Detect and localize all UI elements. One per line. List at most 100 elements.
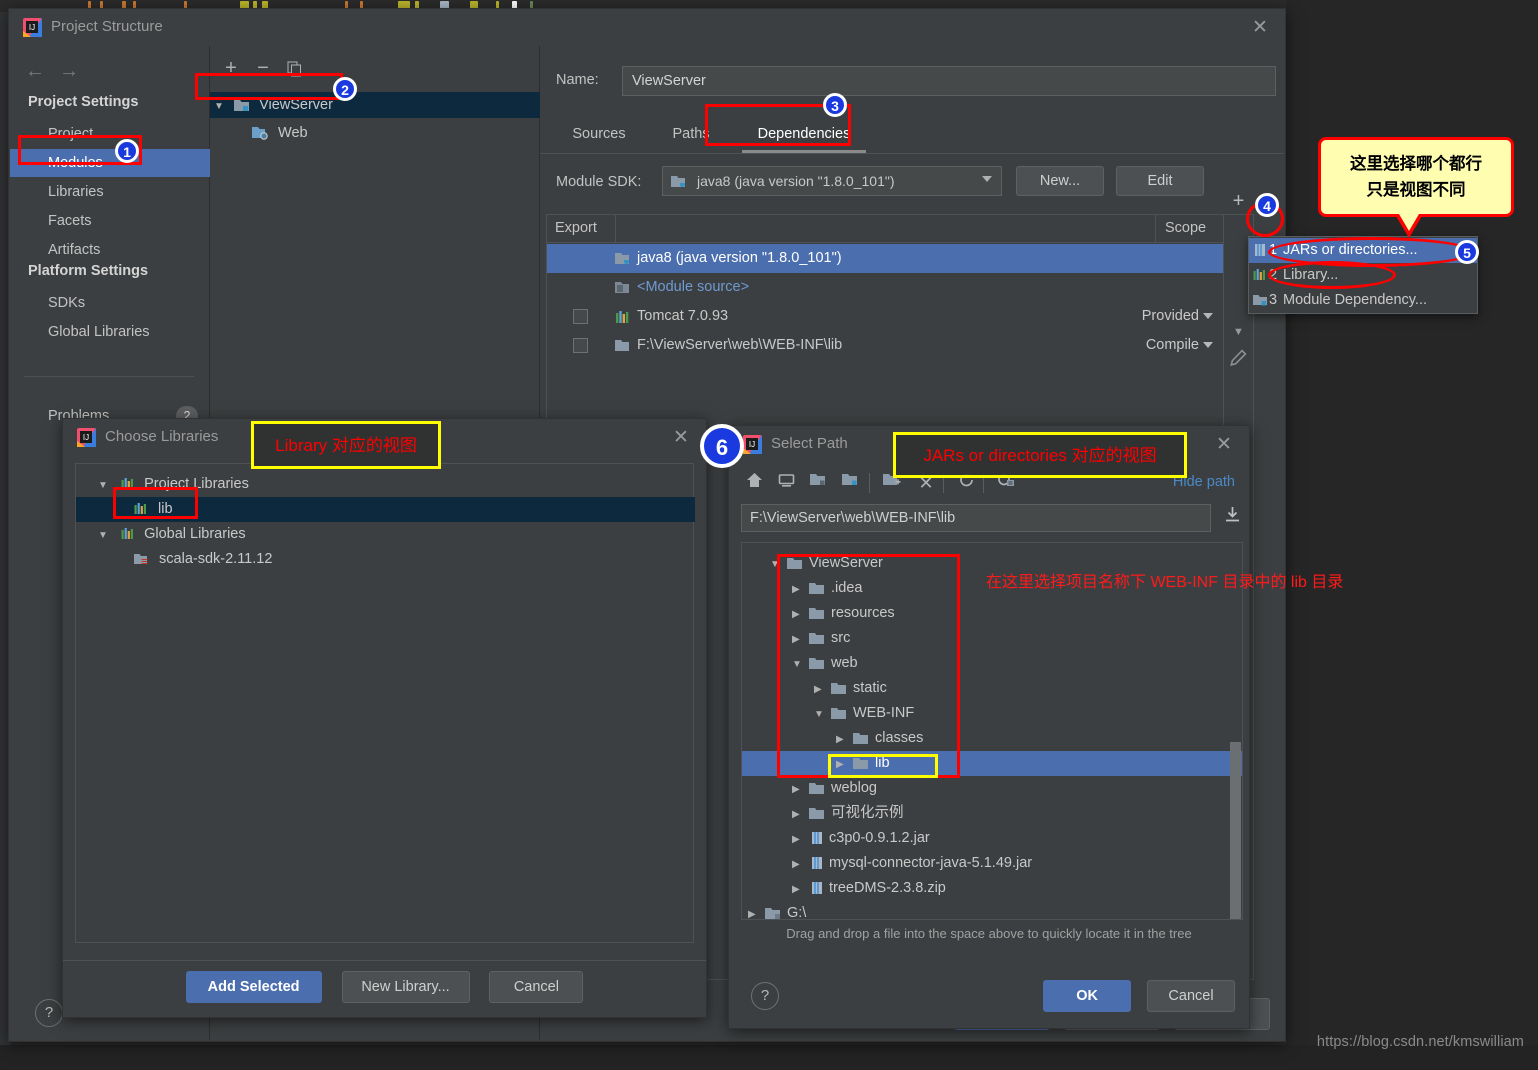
tree-item-web-inf[interactable]: ▼WEB-INF: [742, 701, 1242, 726]
sidebar-item-modules[interactable]: Modules: [10, 149, 210, 177]
collapse-arrow-icon[interactable]: ▶: [792, 877, 806, 902]
intellij-logo-icon: IJ: [23, 18, 42, 37]
cancel-button[interactable]: Cancel: [489, 971, 583, 1003]
path-history-icon[interactable]: [1221, 506, 1243, 530]
collapse-arrow-icon[interactable]: ▶: [836, 752, 850, 777]
sidebar-item-libraries[interactable]: Libraries: [10, 178, 210, 206]
tree-item-lib[interactable]: ▶ lib: [742, 751, 1242, 776]
tab-dependencies[interactable]: Dependencies: [734, 116, 874, 153]
module-name-input[interactable]: ViewServer: [622, 66, 1276, 96]
select-path-close-icon[interactable]: ✕: [1213, 434, 1235, 456]
menu-item-jars-or-directories[interactable]: 1 JARs or directories...: [1249, 238, 1477, 263]
module-tree-item-web[interactable]: Web: [210, 120, 540, 146]
new-library-button[interactable]: New Library...: [342, 971, 470, 1003]
table-row[interactable]: F:\ViewServer\web\WEB-INF\lib Compile: [547, 331, 1253, 360]
file-tree[interactable]: ▼ViewServer ▶.idea ▶resources ▶src ▼web …: [741, 542, 1243, 920]
pencil-icon[interactable]: [1230, 349, 1247, 369]
project-structure-close-icon[interactable]: ✕: [1249, 17, 1271, 39]
collapse-arrow-icon[interactable]: ▶: [792, 627, 806, 652]
add-module-button[interactable]: +: [216, 54, 246, 82]
tree-item-global-libraries[interactable]: ▼ Global Libraries: [76, 522, 695, 547]
sidebar-item-sdks[interactable]: SDKs: [10, 289, 210, 317]
module-folder-icon[interactable]: [835, 468, 865, 498]
help-button[interactable]: ?: [751, 982, 779, 1010]
edit-sdk-button[interactable]: Edit: [1116, 166, 1204, 196]
menu-item-library[interactable]: 2 Library...: [1249, 263, 1477, 288]
annotation-text-tree-hint: 在这里选择项目名称下 WEB-INF 目录中的 lib 目录: [986, 568, 1343, 592]
back-arrow-icon[interactable]: ←: [22, 58, 48, 84]
tree-item-treedms-zip[interactable]: ▶ treeDMS-2.3.8.zip: [742, 876, 1242, 901]
tree-item-label: .idea: [831, 580, 862, 596]
table-row[interactable]: Tomcat 7.0.93 Provided: [547, 302, 1253, 331]
project-folder-icon[interactable]: [803, 468, 833, 498]
table-row[interactable]: java8 (java version "1.8.0_101"): [547, 244, 1253, 273]
tree-item-scala-sdk[interactable]: scala-sdk-2.11.12: [76, 547, 695, 572]
collapse-arrow-icon[interactable]: ▶: [792, 802, 806, 827]
tree-item-c3p0-jar[interactable]: ▶c3p0-0.9.1.2.jar: [742, 826, 1242, 851]
table-row[interactable]: <Module source>: [547, 273, 1253, 302]
tab-paths[interactable]: Paths: [656, 116, 726, 153]
tree-item-lib[interactable]: lib: [76, 497, 695, 522]
tree-item-classes[interactable]: ▶classes: [742, 726, 1242, 751]
cancel-button[interactable]: Cancel: [1147, 980, 1235, 1012]
dependency-scope-select[interactable]: Provided: [1142, 302, 1213, 331]
ok-button[interactable]: OK: [1043, 980, 1131, 1012]
tree-item-drive-g[interactable]: ▶G:\: [742, 901, 1242, 920]
sidebar-item-artifacts[interactable]: Artifacts: [10, 236, 210, 264]
move-down-button[interactable]: ▼: [1224, 321, 1253, 343]
module-tree-item-viewserver[interactable]: ▼ ViewServer: [210, 92, 540, 118]
tree-item-weblog[interactable]: ▶weblog: [742, 776, 1242, 801]
expand-arrow-icon[interactable]: ▼: [98, 523, 112, 548]
sidebar-item-facets[interactable]: Facets: [10, 207, 210, 235]
help-button[interactable]: ?: [35, 999, 63, 1027]
tree-item-static[interactable]: ▶static: [742, 676, 1242, 701]
tree-item-mysql-connector-jar[interactable]: ▶mysql-connector-java-5.1.49.jar: [742, 851, 1242, 876]
copy-module-button[interactable]: [280, 54, 310, 82]
collapse-arrow-icon[interactable]: ▶: [792, 852, 806, 877]
tree-item-label: web: [831, 655, 858, 671]
tree-item-visualization-example[interactable]: ▶可视化示例: [742, 801, 1242, 826]
export-checkbox[interactable]: [573, 309, 588, 324]
remove-module-button[interactable]: −: [248, 54, 278, 82]
tree-item-project-libraries[interactable]: ▼ Project Libraries: [76, 472, 695, 497]
collapse-arrow-icon[interactable]: ▶: [814, 677, 828, 702]
callout-line-2: 只是视图不同: [1321, 177, 1511, 203]
dependency-name: <Module source>: [637, 273, 749, 302]
collapse-arrow-icon[interactable]: ▶: [792, 577, 806, 602]
new-sdk-button[interactable]: New...: [1016, 166, 1104, 196]
file-tree-scrollbar[interactable]: [1230, 742, 1241, 919]
add-dependency-button[interactable]: +: [1224, 189, 1253, 213]
tree-item-resources[interactable]: ▶resources: [742, 601, 1242, 626]
sidebar-item-project[interactable]: Project: [10, 120, 210, 148]
dependency-scope-select[interactable]: Compile: [1146, 331, 1213, 360]
expand-arrow-icon[interactable]: ▼: [792, 652, 806, 677]
tree-item-src[interactable]: ▶src: [742, 626, 1242, 651]
tree-item-label: treeDMS-2.3.8.zip: [829, 880, 946, 896]
collapse-arrow-icon[interactable]: ▶: [792, 827, 806, 852]
expand-arrow-icon[interactable]: ▼: [770, 552, 784, 577]
intellij-logo-icon: IJ: [743, 435, 762, 454]
home-icon[interactable]: [739, 468, 769, 498]
sidebar-item-global-libraries[interactable]: Global Libraries: [10, 318, 210, 346]
forward-arrow-icon[interactable]: →: [56, 58, 82, 84]
chevron-down-icon[interactable]: [982, 176, 992, 182]
choose-libraries-close-icon[interactable]: ✕: [670, 427, 692, 449]
choose-libraries-divider: [63, 960, 706, 961]
callout-line-1: 这里选择哪个都行: [1321, 151, 1511, 177]
tab-sources[interactable]: Sources: [554, 116, 644, 153]
collapse-arrow-icon[interactable]: ▶: [792, 777, 806, 802]
tree-item-label: lib: [875, 755, 890, 771]
menu-item-module-dependency[interactable]: 3 Module Dependency...: [1249, 288, 1477, 313]
collapse-arrow-icon[interactable]: ▶: [792, 602, 806, 627]
export-checkbox[interactable]: [573, 338, 588, 353]
collapse-arrow-icon[interactable]: ▶: [836, 727, 850, 752]
module-sdk-select[interactable]: java8 (java version "1.8.0_101"): [662, 166, 1002, 196]
expand-arrow-icon[interactable]: ▼: [814, 702, 828, 727]
tree-item-web[interactable]: ▼ web: [742, 651, 1242, 676]
add-selected-button[interactable]: Add Selected: [186, 971, 322, 1003]
expand-arrow-icon[interactable]: ▼: [214, 94, 228, 120]
collapse-arrow-icon[interactable]: ▶: [748, 902, 762, 920]
desktop-icon[interactable]: [771, 468, 801, 498]
path-input[interactable]: F:\ViewServer\web\WEB-INF\lib: [741, 504, 1211, 532]
expand-arrow-icon[interactable]: ▼: [98, 473, 112, 498]
